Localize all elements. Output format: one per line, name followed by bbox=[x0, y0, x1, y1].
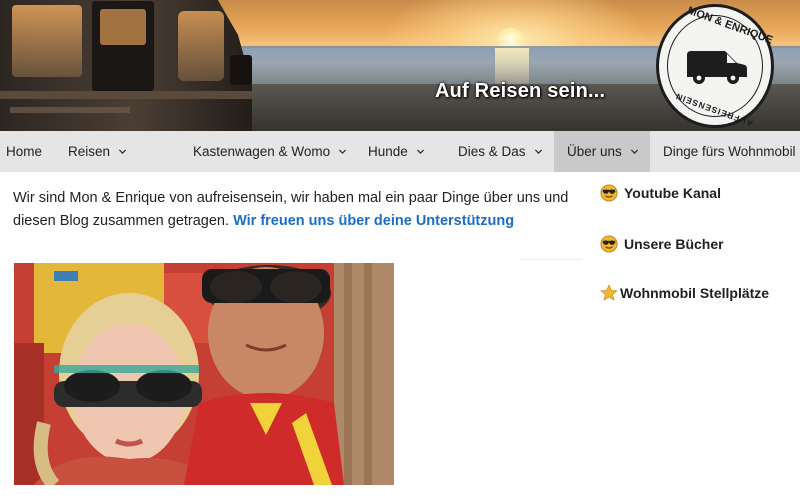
nav-home[interactable]: Home bbox=[0, 131, 55, 172]
chevron-down-icon bbox=[630, 149, 638, 155]
photo-illustration bbox=[14, 263, 394, 485]
nav-reisen-label: Reisen bbox=[68, 144, 111, 159]
star-icon bbox=[600, 284, 618, 301]
sidebar-item-unsere-buecher[interactable]: Unsere Bücher bbox=[600, 235, 724, 253]
header-tagline: Auf Reisen sein... bbox=[435, 80, 606, 102]
camper-van-image bbox=[0, 0, 252, 131]
chevron-down-icon bbox=[534, 149, 542, 155]
support-link[interactable]: Wir freuen uns über deine Unterstützung bbox=[233, 213, 514, 229]
main-navigation: Home Reisen Kastenwagen & Womo Hunde Die… bbox=[0, 131, 800, 172]
nav-hunde-label: Hunde bbox=[368, 144, 408, 159]
sidebar-item-label: Youtube Kanal bbox=[624, 185, 721, 201]
sun-reflection bbox=[495, 48, 529, 84]
couple-selfie-photo bbox=[14, 263, 394, 485]
nav-ueber-uns[interactable]: Über uns bbox=[554, 131, 650, 172]
site-logo-badge[interactable]: MON & ENRIQUE AUFREISENSEIN bbox=[656, 4, 774, 129]
divider bbox=[520, 259, 582, 260]
van-logo-icon bbox=[687, 51, 747, 84]
sidebar-item-label: Wohnmobil Stellplätze bbox=[620, 285, 770, 301]
intro-paragraph: Wir sind Mon & Enrique von aufreisensein… bbox=[13, 187, 593, 232]
chevron-down-icon bbox=[416, 149, 424, 155]
sunglasses-smiley-icon bbox=[600, 184, 618, 202]
nav-dinge-fuers-wohnmobil-label: Dinge fürs Wohnmobil bbox=[663, 144, 796, 159]
site-header: Auf Reisen sein... MON & ENRIQUE AUFREIS… bbox=[0, 0, 800, 131]
chevron-down-icon bbox=[118, 149, 127, 155]
nav-home-label: Home bbox=[6, 144, 43, 159]
sunglasses-smiley-icon bbox=[600, 235, 618, 253]
nav-hunde[interactable]: Hunde bbox=[355, 131, 445, 172]
nav-dinge-fuers-wohnmobil[interactable]: Dinge fürs Wohnmobil bbox=[650, 131, 800, 172]
chevron-down-icon bbox=[338, 149, 347, 155]
sidebar-item-youtube-kanal[interactable]: Youtube Kanal bbox=[600, 184, 721, 202]
nav-dies-das-label: Dies & Das bbox=[458, 144, 526, 159]
sidebar-item-label: Unsere Bücher bbox=[624, 236, 724, 252]
nav-dies-das[interactable]: Dies & Das bbox=[445, 131, 554, 172]
nav-kastenwagen-womo[interactable]: Kastenwagen & Womo bbox=[180, 131, 355, 172]
nav-ueber-uns-label: Über uns bbox=[567, 144, 622, 159]
sidebar-item-wohnmobil-stellplaetze[interactable]: Wohnmobil Stellplätze bbox=[600, 284, 769, 302]
nav-kastenwagen-womo-label: Kastenwagen & Womo bbox=[193, 144, 331, 159]
nav-reisen[interactable]: Reisen bbox=[55, 131, 180, 172]
